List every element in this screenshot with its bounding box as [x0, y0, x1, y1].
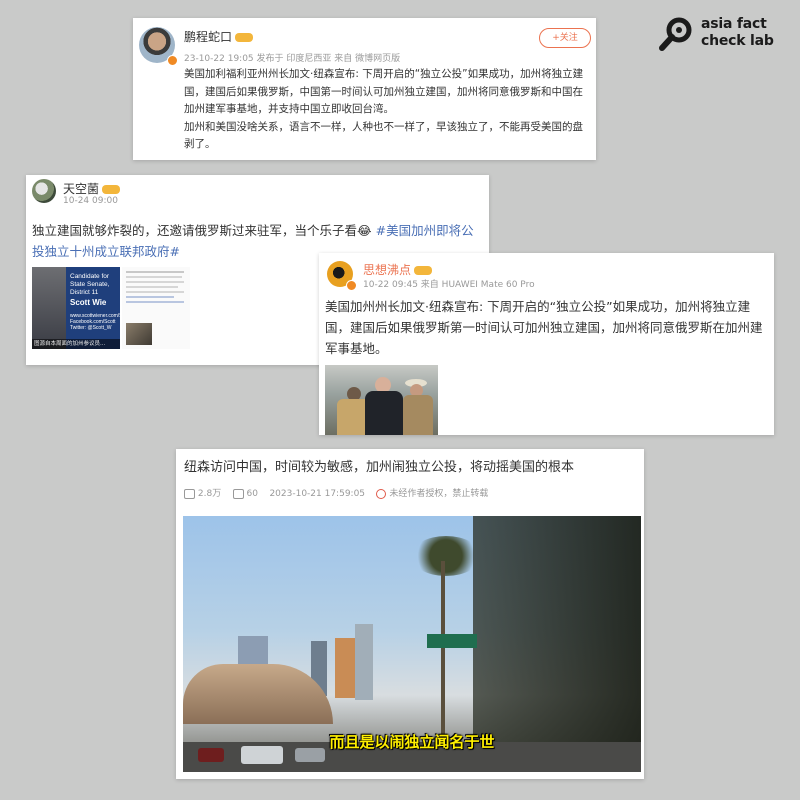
- level-badge-icon: [235, 33, 254, 42]
- username-row[interactable]: 天空菌: [63, 180, 121, 197]
- play-count-icon: [184, 488, 195, 499]
- username[interactable]: 思想沸点: [363, 263, 411, 277]
- post-paragraph-1: 美国加利福利亚州州长加文·纽森宣布: 下周开启的“独立公投”如果成功，加州将独立…: [184, 68, 584, 115]
- verified-badge-icon: [167, 55, 178, 66]
- post-body: 美国加利福利亚州州长加文·纽森宣布: 下周开启的“独立公投”如果成功，加州将独立…: [184, 66, 588, 154]
- username-row[interactable]: 思想沸点: [363, 261, 433, 278]
- comment-count: 60: [246, 489, 258, 499]
- level-badge-icon: [102, 185, 121, 194]
- video-player[interactable]: 而且是以闹独立闻名于世: [183, 516, 641, 772]
- logo-text-line1: asia fact: [701, 16, 767, 32]
- building: [335, 638, 355, 698]
- username-row[interactable]: 鹏程蛇口: [184, 28, 254, 45]
- person-photo: [32, 267, 66, 349]
- post-meta: 23-10-22 19:05 发布于 印度尼西亚 来自 微博网页版: [184, 54, 401, 64]
- level-badge-icon: [414, 266, 433, 275]
- palm-tree: [411, 536, 481, 576]
- logo-text-line2: check lab: [701, 33, 774, 49]
- weibo-post-3: 思想沸点 10-22 09:45 来自 HUAWEI Mate 60 Pro 美…: [319, 253, 774, 435]
- laugh-emoji-icon: 😂: [357, 223, 372, 238]
- avatar[interactable]: [32, 179, 56, 203]
- post-meta: 10-22 09:45 来自 HUAWEI Mate 60 Pro: [363, 280, 535, 290]
- verified-badge-icon: [346, 280, 357, 291]
- street-sign: [427, 634, 477, 648]
- video-stats: 2.8万 60 2023-10-21 17:59:05 未经作者授权，禁止转载: [184, 486, 488, 499]
- copyright-notice: 未经作者授权，禁止转载: [389, 489, 489, 499]
- asia-fact-check-lab-logo: asia fact check lab: [657, 14, 787, 54]
- video-title[interactable]: 纽森访问中国，时间较为敏感，加州闹独立公投，将动摇美国的根本: [184, 459, 634, 477]
- username[interactable]: 天空菌: [63, 182, 99, 196]
- post-body: 美国加州州长加文·纽森宣布: 下周开启的“独立公投”如果成功，加州将独立建国，建…: [325, 299, 763, 356]
- video-post: 纽森访问中国，时间较为敏感，加州闹独立公投，将动摇美国的根本 2.8万 60 2…: [176, 449, 644, 779]
- post-meta: 10-24 09:00: [63, 196, 118, 206]
- post-text: 独立建国就够炸裂的，还邀请俄罗斯过来驻军，当个乐子看: [32, 223, 358, 238]
- weibo-post-1: 鹏程蛇口 23-10-22 19:05 发布于 印度尼西亚 来自 微博网页版 +…: [133, 18, 596, 160]
- fact-check-collage: { "logo": {"line1": "asia fact", "line2"…: [0, 0, 800, 800]
- follow-button[interactable]: +关注: [539, 28, 591, 48]
- building: [355, 624, 373, 700]
- video-subtitle: 而且是以闹独立闻名于世: [329, 733, 495, 751]
- upload-time: 2023-10-21 17:59:05: [269, 489, 366, 499]
- play-count: 2.8万: [197, 489, 222, 499]
- post-paragraph-2: 加州和美国没啥关系，语言不一样，人种也不一样了，早该独立了，不能再受美国的盘剥了…: [184, 120, 583, 151]
- post-image-press[interactable]: [325, 365, 438, 435]
- comment-count-icon: [232, 488, 244, 499]
- no-repost-icon: [376, 488, 387, 499]
- post-image-screenshot[interactable]: [120, 267, 190, 349]
- username[interactable]: 鹏程蛇口: [184, 30, 232, 44]
- magnifier-logo-icon: [659, 17, 692, 51]
